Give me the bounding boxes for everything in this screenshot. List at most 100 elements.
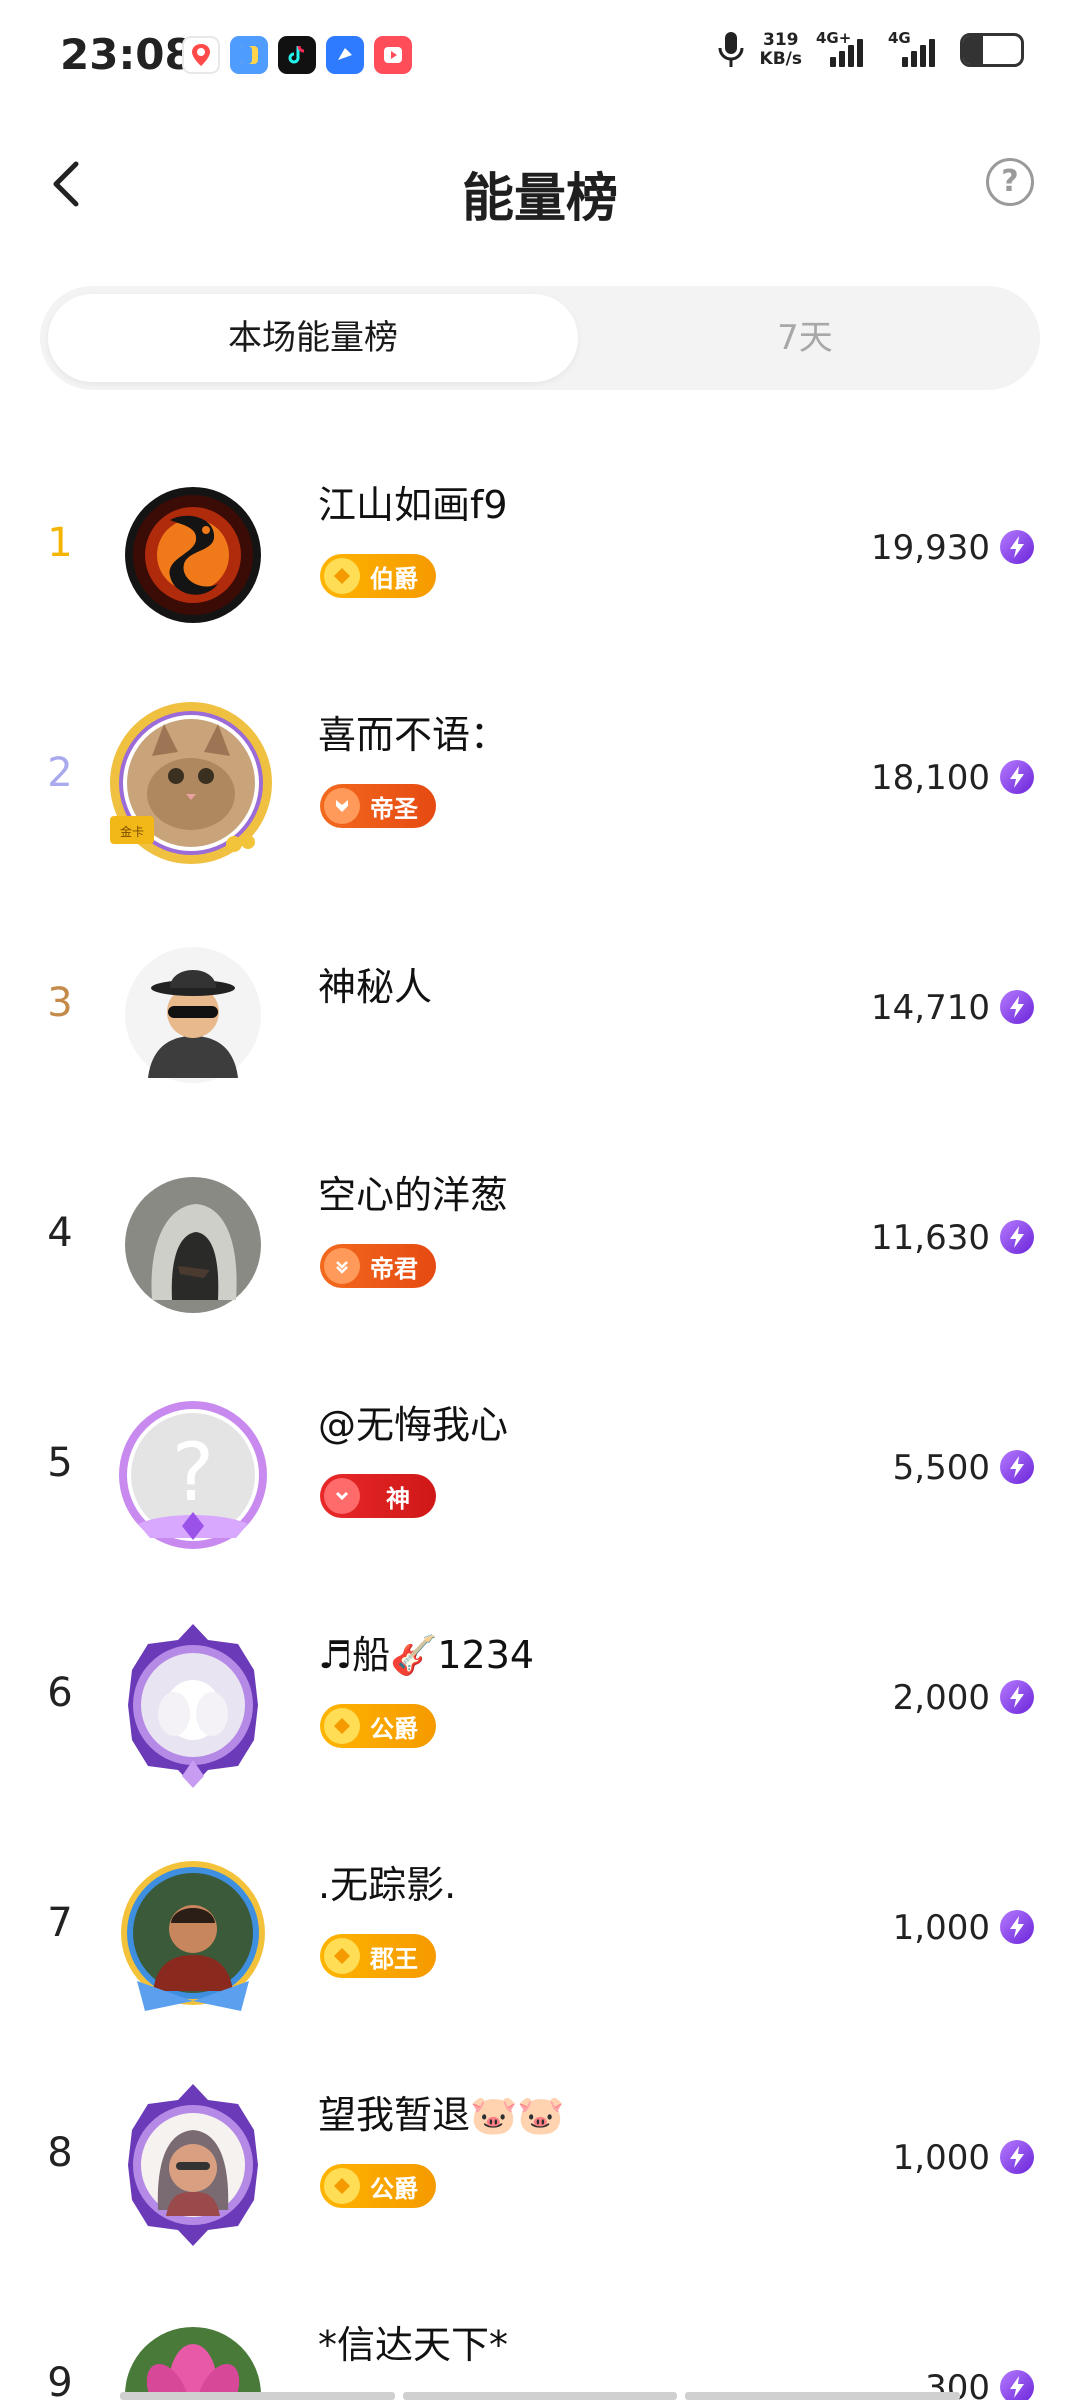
user-name: *信达天下* <box>318 2323 509 2367</box>
avatar <box>118 1624 268 1788</box>
page-title: 能量榜 <box>461 169 618 229</box>
notification-app-icons <box>182 36 412 74</box>
energy-score: 18,100 <box>871 758 990 798</box>
badge-chevron-icon <box>324 1248 360 1284</box>
rank-number: 7 <box>47 1900 73 1946</box>
user-name: 江山如画f9 <box>318 483 508 527</box>
energy-score: 11,630 <box>871 1218 990 1258</box>
energy-bolt-icon <box>1000 1680 1034 1714</box>
sim2-label: 4G <box>888 29 911 47</box>
network-speed: 319 KB/s <box>760 31 802 69</box>
avatar <box>118 480 268 630</box>
badge-crest-icon <box>324 788 360 824</box>
avatar <box>118 2320 268 2400</box>
user-name: 空心的洋葱 <box>318 1173 509 1217</box>
svg-text:?: ? <box>172 1426 214 1519</box>
user-name: @无悔我心 <box>318 1403 509 1447</box>
rank-number: 8 <box>47 2130 73 2176</box>
help-circle-icon: ? <box>1001 164 1019 199</box>
level-badge: 帝君 <box>320 1244 436 1288</box>
ranking-row[interactable]: 8 望我暂退🐷🐷 公爵 1,000 <box>0 2050 1080 2280</box>
rank-number: 3 <box>47 980 73 1026</box>
badge-label: 神 <box>386 1484 410 1513</box>
rank-number: 4 <box>47 1210 73 1256</box>
header: 能量榜 ? <box>0 120 1080 250</box>
badge-label: 伯爵 <box>370 564 418 593</box>
dragon-avatar-image <box>125 487 261 623</box>
portrait-avatar-with-crest-frame <box>128 2084 258 2246</box>
energy-bolt-icon <box>1000 2370 1034 2400</box>
sim1-signal-icon: 4G+ <box>816 29 874 67</box>
default-avatar-with-purple-frame: ? <box>119 1401 267 1549</box>
badge-label: 帝君 <box>370 1254 418 1283</box>
user-name: .无踪影. <box>318 1863 457 1907</box>
ranking-row[interactable]: 4 空心的洋葱 帝君 11,630 <box>0 1130 1080 1360</box>
mystery-person-avatar <box>125 947 261 1083</box>
energy-bolt-icon <box>1000 760 1034 794</box>
battery-icon <box>960 33 1024 67</box>
energy-bolt-icon <box>1000 1450 1034 1484</box>
cat-avatar-with-gold-frame: 金卡 <box>110 702 272 864</box>
ranking-row[interactable]: 7 .无踪影. 郡王 1,000 <box>0 1820 1080 2050</box>
energy-score: 1,000 <box>892 1908 990 1948</box>
tab-bar: 本场能量榜 7天 <box>40 286 1040 390</box>
svg-text:金卡: 金卡 <box>120 824 144 839</box>
tab-7-days[interactable]: 7天 <box>578 294 1032 382</box>
badge-diamond-icon <box>324 2168 360 2204</box>
sim1-label: 4G+ <box>816 29 852 47</box>
avatar <box>118 940 268 1090</box>
level-badge: 帝圣 <box>320 784 436 828</box>
energy-score: 14,710 <box>871 988 990 1028</box>
avatar <box>118 2084 268 2246</box>
badge-chevron-icon <box>324 1478 360 1514</box>
level-badge: 郡王 <box>320 1934 436 1978</box>
level-badge: 公爵 <box>320 1704 436 1748</box>
badge-label: 公爵 <box>370 1714 418 1743</box>
microphone-icon <box>718 32 744 67</box>
badge-label: 帝圣 <box>370 794 418 823</box>
ranking-row[interactable]: 9 *信达天下* 300 <box>0 2280 1080 2400</box>
rank-number: 1 <box>47 520 73 566</box>
help-button[interactable]: ? <box>986 158 1034 206</box>
ranking-row[interactable]: 3 神秘人 14,710 <box>0 900 1080 1130</box>
rank-number: 6 <box>47 1670 73 1716</box>
tiktok-app-icon <box>278 36 316 74</box>
level-badge: 公爵 <box>320 2164 436 2208</box>
lotus-avatar-with-crest-frame <box>128 1624 258 1788</box>
ranking-row[interactable]: 1 江山如画f9 伯爵 19,930 <box>0 440 1080 670</box>
battery-fill <box>963 36 984 64</box>
hooded-figure-avatar <box>125 1177 261 1313</box>
badge-label: 郡王 <box>370 1944 418 1973</box>
video-app-icon <box>374 36 412 74</box>
user-name: ♬船🎸1234 <box>318 1633 535 1677</box>
energy-score: 5,500 <box>892 1448 990 1488</box>
level-badge: 伯爵 <box>320 554 436 598</box>
files-app-icon <box>230 36 268 74</box>
ranking-row[interactable]: 2 金卡 喜而不语： 帝圣 18,100 <box>0 670 1080 900</box>
user-name: 望我暂退🐷🐷 <box>318 2093 565 2137</box>
energy-score: 2,000 <box>892 1678 990 1718</box>
ranking-row[interactable]: 6 ♬船🎸1234 公爵 2,000 <box>0 1590 1080 1820</box>
energy-bolt-icon <box>1000 530 1034 564</box>
avatar: ? <box>118 1400 268 1550</box>
status-bar: 23:08 319 KB/s 4G+ 4G <box>0 0 1080 110</box>
browser-app-icon <box>326 36 364 74</box>
badge-diamond-icon <box>324 1938 360 1974</box>
status-indicators: 319 KB/s 4G+ 4G <box>716 29 1024 70</box>
badge-label: 公爵 <box>370 2174 418 2203</box>
map-app-icon <box>182 36 220 74</box>
rank-number: 5 <box>47 1440 73 1486</box>
energy-bolt-icon <box>1000 1220 1034 1254</box>
user-name: 喜而不语： <box>318 713 509 757</box>
level-badge: 神 <box>320 1474 436 1518</box>
flower-avatar-image <box>125 2327 261 2400</box>
ranking-row[interactable]: 5 ? @无悔我心 神 5,500 <box>0 1360 1080 1590</box>
avatar <box>118 1170 268 1320</box>
sim2-signal-icon: 4G <box>888 29 946 67</box>
avatar: 金卡 <box>110 702 272 864</box>
rank-number: 9 <box>47 2360 73 2400</box>
tab-current-session[interactable]: 本场能量榜 <box>48 294 578 382</box>
status-time: 23:08 <box>60 30 194 79</box>
energy-bolt-icon <box>1000 990 1034 1024</box>
badge-diamond-icon <box>324 558 360 594</box>
